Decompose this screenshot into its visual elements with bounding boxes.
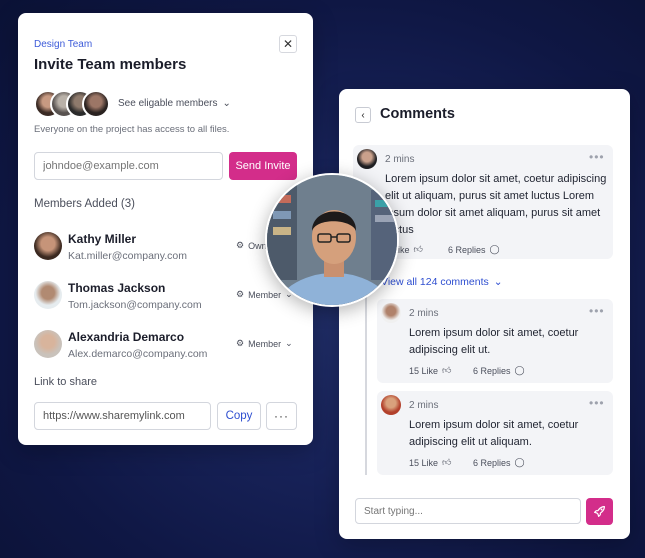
comments-title: Comments <box>380 106 455 122</box>
member-name: Kathy Miller <box>68 232 137 246</box>
more-dots-icon[interactable]: ••• <box>589 150 605 164</box>
thumbs-up-icon: 👍︎ <box>442 457 452 467</box>
member-row: Thomas Jackson Tom.jackson@company.com ⚙… <box>34 279 299 313</box>
like-button[interactable]: 15 Like 👍︎ <box>409 365 451 376</box>
view-all-label: View all 124 comments <box>381 276 489 288</box>
comment-time: 2 mins <box>409 308 439 319</box>
more-dots-icon[interactable]: ••• <box>589 304 605 318</box>
role-label: Member <box>248 289 282 300</box>
replies-button[interactable]: 6 Replies ◯ <box>473 365 525 376</box>
thread-line <box>365 293 367 475</box>
member-row: Alexandria Demarco Alex.demarco@company.… <box>34 328 299 362</box>
close-icon: ✕ <box>282 37 294 51</box>
replies-label: 6 Replies <box>448 244 486 255</box>
member-email: Tom.jackson@company.com <box>68 299 202 311</box>
replies-button[interactable]: 6 Replies ◯ <box>473 457 525 468</box>
video-call-participant[interactable] <box>265 173 399 307</box>
comment-text: Lorem ipsum dolor sit amet, coetur adipi… <box>409 419 579 448</box>
avatar <box>381 303 401 323</box>
members-added-heading: Members Added (3) <box>34 198 135 210</box>
role-dropdown[interactable]: ⚙ Member ⌄ <box>236 338 293 349</box>
member-name: Alexandria Demarco <box>68 330 185 344</box>
access-note: Everyone on the project has access to al… <box>34 124 230 135</box>
likes-count: 15 Like <box>409 457 439 468</box>
comment-time: 2 mins <box>385 154 415 165</box>
comment-text: Lorem ipsum dolor sit amet, coetur adipi… <box>385 173 607 236</box>
email-field[interactable] <box>34 152 223 180</box>
more-options-button[interactable]: ··· <box>266 402 297 430</box>
participant-image <box>267 175 397 305</box>
chevron-left-icon: ‹ <box>361 109 365 121</box>
comment-text: Lorem ipsum dolor sit amet, coetur adipi… <box>409 327 579 356</box>
view-all-comments-link[interactable]: View all 124 comments ⌄ <box>381 276 503 288</box>
member-email: Alex.demarco@company.com <box>68 348 208 360</box>
avatar <box>82 90 110 118</box>
send-invite-button[interactable]: Send Invite <box>229 152 297 180</box>
avatar <box>381 395 401 415</box>
chevron-down-icon: ⌄ <box>493 276 503 288</box>
comment-input[interactable] <box>355 498 581 524</box>
like-button[interactable]: 15 Like 👍︎ <box>409 457 451 468</box>
reply-box: 2 mins ••• Lorem ipsum dolor sit amet, c… <box>377 391 613 475</box>
avatar-stack <box>34 90 126 118</box>
eligible-label: See eligable members <box>118 98 218 109</box>
comment-bubble-icon: ◯ <box>489 244 500 254</box>
team-label[interactable]: Design Team <box>34 39 92 50</box>
more-dots-icon[interactable]: ••• <box>589 396 605 410</box>
likes-count: 15 Like <box>409 365 439 376</box>
comment-bubble-icon: ◯ <box>514 365 525 375</box>
see-eligible-members-dropdown[interactable]: See eligable members ⌄ <box>118 98 231 109</box>
replies-label: 6 Replies <box>473 457 511 468</box>
close-button[interactable]: ✕ <box>279 35 297 53</box>
copy-button[interactable]: Copy <box>217 402 261 430</box>
replies-button[interactable]: 6 Replies ◯ <box>448 244 500 255</box>
avatar <box>34 232 62 260</box>
gear-icon: ⚙ <box>236 240 245 250</box>
avatar <box>34 281 62 309</box>
role-label: Member <box>248 338 282 349</box>
chevron-down-icon: ⌄ <box>285 338 293 348</box>
member-email: Kat.miller@company.com <box>68 250 187 262</box>
comment-time: 2 mins <box>409 400 439 411</box>
avatar <box>34 330 62 358</box>
gear-icon: ⚙ <box>236 289 245 299</box>
thumbs-up-icon: 👍︎ <box>442 365 452 375</box>
comment-bubble-icon: ◯ <box>514 457 525 467</box>
thumbs-up-icon: 👍︎ <box>413 244 423 254</box>
member-row: Kathy Miller Kat.miller@company.com ⚙ Ow… <box>34 230 299 264</box>
avatar <box>357 149 377 169</box>
send-comment-button[interactable] <box>586 498 613 525</box>
role-dropdown[interactable]: ⚙ Member ⌄ <box>236 289 293 300</box>
replies-label: 6 Replies <box>473 365 511 376</box>
member-name: Thomas Jackson <box>68 281 166 295</box>
comments-card: ‹ Comments 2 mins ••• Lorem ipsum dolor … <box>339 89 630 539</box>
link-to-share-label: Link to share <box>34 376 97 388</box>
gear-icon: ⚙ <box>236 338 245 348</box>
page-title: Invite Team members <box>34 56 187 73</box>
chevron-down-icon: ⌄ <box>222 98 231 109</box>
reply-box: 2 mins ••• Lorem ipsum dolor sit amet, c… <box>377 299 613 383</box>
rocket-icon <box>594 506 605 517</box>
back-button[interactable]: ‹ <box>355 107 371 123</box>
share-link-field[interactable] <box>34 402 211 430</box>
